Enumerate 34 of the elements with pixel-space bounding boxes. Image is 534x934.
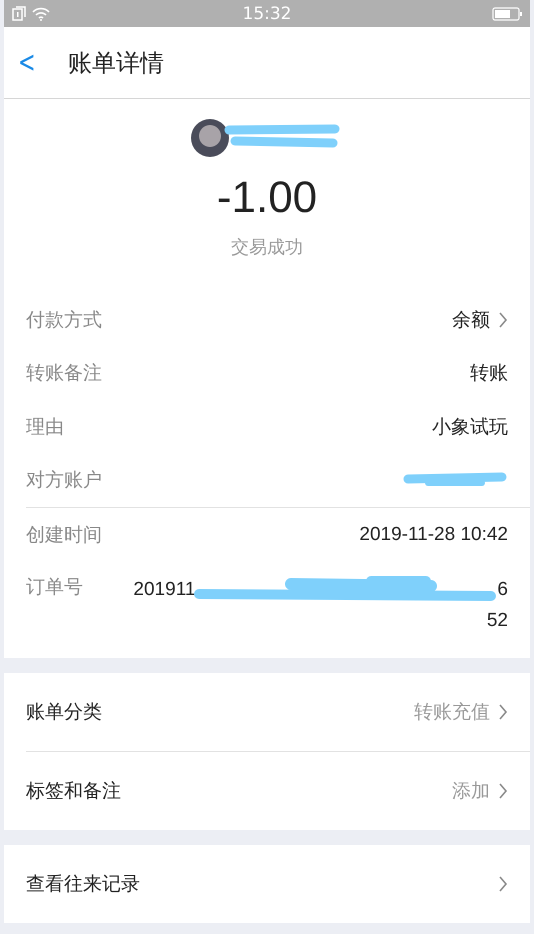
order-number-end: 6 — [497, 578, 508, 602]
status-time: 15:32 — [242, 4, 292, 24]
row-label: 订单号 — [26, 574, 83, 600]
list-item[interactable]: 标签和备注 添加 — [4, 752, 530, 830]
order-number-end: 52 — [486, 608, 508, 632]
row-label: 理由 — [26, 414, 64, 440]
wifi-icon — [32, 6, 50, 20]
payment-method-link[interactable]: 余额 — [452, 306, 508, 333]
chevron-icon — [498, 782, 508, 800]
battery-icon — [492, 6, 522, 20]
row-value: 转账 — [470, 362, 508, 386]
row-value: 2019-11-28 10:42 — [359, 524, 508, 546]
page-title: 账单详情 — [68, 48, 164, 78]
chevron-icon — [498, 702, 508, 720]
row-label: 创建时间 — [26, 522, 102, 548]
chevron-icon — [498, 874, 508, 892]
back-button[interactable]: < — [4, 45, 49, 80]
item-label: 标签和备注 — [26, 778, 122, 804]
chevron-icon — [498, 310, 508, 329]
row-label: 转账备注 — [26, 361, 102, 386]
list-item[interactable]: 查看往来记录 — [4, 844, 530, 922]
item-label: 账单分类 — [26, 700, 103, 724]
item-value: 添加 — [452, 778, 490, 804]
item-value: 转账充值 — [414, 700, 490, 724]
item-label: 查看往来记录 — [26, 872, 141, 896]
list-item[interactable]: 账单分类 转账充值 — [4, 672, 530, 750]
transaction-status: 交易成功 — [230, 236, 304, 259]
amount: -1.00 — [216, 173, 318, 223]
sim-icon — [12, 6, 26, 21]
row-label: 付款方式 — [26, 308, 102, 333]
row-value: 小象试玩 — [432, 416, 508, 440]
avatar — [191, 119, 229, 157]
row-label: 对方账户 — [26, 468, 102, 494]
order-number-start: 201911 — [133, 578, 196, 602]
